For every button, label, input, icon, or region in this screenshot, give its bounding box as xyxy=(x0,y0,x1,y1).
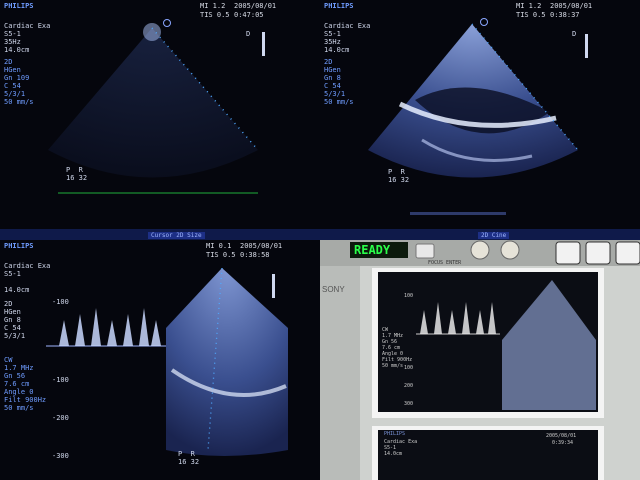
mode-line-4: C 54 xyxy=(4,82,21,90)
mode-line-1: 2D xyxy=(324,58,333,66)
printer-scene xyxy=(320,240,640,480)
print-scale-1: 100 xyxy=(404,293,414,299)
mode-line-6: 50 mm/s xyxy=(4,98,34,106)
ultrasound-panel-doppler: PHILIPS MI 0.1 2005/08/01 TIS 0.5 0:38:5… xyxy=(0,240,320,480)
date-readout: 2005/08/01 xyxy=(234,2,277,10)
settings-line-1: Cardiac Exa xyxy=(324,22,371,30)
mode-line-2: HGen xyxy=(324,66,341,74)
cw-label: CW xyxy=(4,356,13,364)
sector-scan-heart xyxy=(368,23,588,215)
scale-tick-4: -300 xyxy=(52,452,69,460)
footer-readout: P R 16 32 xyxy=(388,168,410,184)
time-readout: 0:38:37 xyxy=(550,11,580,19)
settings-line-2: S5-1 xyxy=(4,30,21,38)
doppler-spectrum xyxy=(59,308,161,346)
settings-line-2: S5-1 xyxy=(324,30,341,38)
sector-scan-faint xyxy=(48,23,265,194)
settings-line-1: Cardiac Exa xyxy=(4,22,51,30)
printer-button-label: FOCUS ENTER xyxy=(428,260,462,266)
settings-line-3: 35Hz xyxy=(324,38,341,46)
print-brand: PHILIPS xyxy=(384,431,406,437)
tis-readout: TIS 0.5 xyxy=(200,11,230,19)
date-readout: 2005/08/01 xyxy=(550,2,593,10)
mi-readout: MI 1.2 xyxy=(516,2,542,10)
bottom-bar: 2D Cine xyxy=(320,229,640,240)
brand-label: PHILIPS xyxy=(324,2,354,10)
print-cw-7: 50 mm/s xyxy=(382,363,404,369)
ultrasound-panel-top-right: PHILIPS MI 1.2 2005/08/01 TIS 0.5 0:38:3… xyxy=(320,0,640,240)
bottom-bar-label: Cursor 2D Size xyxy=(148,232,205,239)
print-scale-2: 100 xyxy=(404,365,414,371)
mi-readout: MI 1.2 xyxy=(200,2,226,10)
mode-line-4: C 54 xyxy=(324,82,341,90)
bottom-bar: Cursor 2D Size xyxy=(0,229,320,240)
doppler-spike xyxy=(151,320,161,346)
settings-line-2: S5-1 xyxy=(4,270,21,278)
printer-photo: READY FOCUS ENTER SONY PHILIPS Cardiac E… xyxy=(320,240,640,480)
printer-lcd: READY xyxy=(354,243,391,257)
scale-tick-3: -200 xyxy=(52,414,69,422)
bottom-bar-label: 2D Cine xyxy=(478,232,510,239)
brand-label: PHILIPS xyxy=(4,242,34,250)
print-time: 0:39:34 xyxy=(552,440,574,446)
print-settings-3: 14.0cm xyxy=(384,451,403,457)
print-scale-3: 200 xyxy=(404,383,414,389)
mi-readout: MI 0.1 xyxy=(206,242,232,250)
doppler-spike xyxy=(107,320,117,346)
mode-line-1: 2D xyxy=(4,58,13,66)
mode-line-6: 50 mm/s xyxy=(324,98,354,106)
mode-line-5: 5/3/1 xyxy=(324,90,346,98)
time-readout: 0:38:58 xyxy=(240,251,270,259)
orientation-marker: D xyxy=(572,30,577,38)
footer-readout: P R 16 32 xyxy=(66,166,88,182)
doppler-spike xyxy=(59,320,69,346)
settings-line-3: 35Hz xyxy=(4,38,21,46)
mode-line-1: 2D xyxy=(4,300,13,308)
scale-tick-1: -100 xyxy=(52,298,69,306)
doppler-and-sector xyxy=(46,267,288,456)
ultrasound-panel-top-left: PHILIPS MI 1.2 2005/08/01 TIS 0.5 0:47:0… xyxy=(0,0,320,240)
time-readout: 0:47:05 xyxy=(234,11,264,19)
settings-line-4: 14.0cm xyxy=(324,46,350,54)
cw-line-1: 1.7 MHz xyxy=(4,364,34,372)
doppler-spike xyxy=(75,314,85,346)
cw-line-4: Angle 0 xyxy=(4,388,34,396)
tis-readout: TIS 0.5 xyxy=(206,251,236,259)
mode-line-3: Gn 109 xyxy=(4,74,30,82)
printer-brand: SONY xyxy=(322,285,345,294)
brand-label: PHILIPS xyxy=(4,2,34,10)
mode-line-3: Gn 8 xyxy=(324,74,341,82)
cw-line-6: 50 mm/s xyxy=(4,404,34,412)
mode-line-2: HGen xyxy=(4,66,21,74)
mode-line-3: Gn 8 xyxy=(4,316,21,324)
settings-line-1: Cardiac Exa xyxy=(4,262,51,270)
settings-line-4: 14.0cm xyxy=(4,286,30,294)
cw-line-5: Filt 900Hz xyxy=(4,396,47,404)
print-scale-4: 300 xyxy=(404,401,414,407)
date-readout: 2005/08/01 xyxy=(240,242,283,250)
doppler-spike xyxy=(123,314,133,346)
mode-line-5: 5/3/1 xyxy=(4,90,26,98)
doppler-spike xyxy=(139,308,149,346)
mode-line-2: HGen xyxy=(4,308,21,316)
cw-line-3: 7.6 cm xyxy=(4,380,30,388)
cw-line-2: Gn 56 xyxy=(4,372,26,380)
settings-line-4: 14.0cm xyxy=(4,46,30,54)
probe-marker-icon xyxy=(163,19,171,27)
doppler-spike xyxy=(91,308,101,346)
probe-marker-icon xyxy=(480,18,488,26)
mode-line-4: C 54 xyxy=(4,324,21,332)
scale-tick-2: -100 xyxy=(52,376,69,384)
footer-readout: P R 16 32 xyxy=(178,450,200,466)
orientation-marker: D xyxy=(246,30,251,38)
tis-readout: TIS 0.5 xyxy=(516,11,546,19)
mode-line-5: 5/3/1 xyxy=(4,332,26,340)
